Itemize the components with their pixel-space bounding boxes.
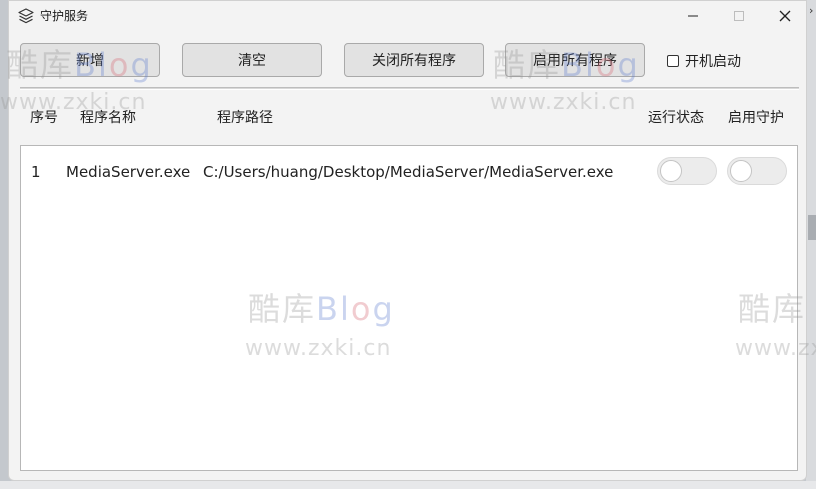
autostart-option[interactable]: 开机启动 xyxy=(667,52,741,70)
guard-toggle[interactable] xyxy=(727,157,787,185)
close-all-programs-button[interactable]: 关闭所有程序 xyxy=(344,43,484,77)
background-scrollbar-thumb xyxy=(808,215,816,240)
background-chevron-icon: › xyxy=(809,4,814,17)
column-header-name: 程序名称 xyxy=(80,110,136,126)
clear-button[interactable]: 清空 xyxy=(182,43,322,77)
guard-service-window: 守护服务 新增 清空 关闭所有程序 启用所有程序 开机启动 序号 程序名称 程序… xyxy=(8,0,807,481)
layers-icon xyxy=(18,8,34,24)
title-bar: 守护服务 xyxy=(9,1,806,31)
minimize-button[interactable] xyxy=(670,1,716,31)
divider xyxy=(20,87,799,90)
run-status-toggle[interactable] xyxy=(657,157,717,185)
autostart-checkbox[interactable] xyxy=(667,55,679,67)
window-title: 守护服务 xyxy=(40,9,89,23)
add-button[interactable]: 新增 xyxy=(20,43,160,77)
toggle-knob xyxy=(660,160,682,182)
maximize-button[interactable] xyxy=(716,1,762,31)
program-index: 1 xyxy=(31,163,41,181)
minimize-icon xyxy=(688,15,698,17)
column-header-run-status: 运行状态 xyxy=(648,110,704,126)
close-button[interactable] xyxy=(762,1,806,31)
toggle-knob xyxy=(730,160,752,182)
program-path: C:/Users/huang/Desktop/MediaServer/Media… xyxy=(203,163,614,181)
program-name: MediaServer.exe xyxy=(66,163,191,181)
column-header-index: 序号 xyxy=(30,110,58,126)
close-icon xyxy=(779,10,791,22)
maximize-icon xyxy=(734,11,744,21)
background-window-bottom xyxy=(0,481,816,489)
program-list[interactable]: 1 MediaServer.exe C:/Users/huang/Desktop… xyxy=(20,145,798,471)
autostart-label: 开机启动 xyxy=(685,54,741,70)
column-header-guard: 启用守护 xyxy=(728,110,784,126)
background-window-edge xyxy=(806,0,816,489)
start-all-programs-button[interactable]: 启用所有程序 xyxy=(505,43,645,77)
column-header-path: 程序路径 xyxy=(217,110,273,126)
list-item[interactable]: 1 MediaServer.exe C:/Users/huang/Desktop… xyxy=(21,156,797,188)
